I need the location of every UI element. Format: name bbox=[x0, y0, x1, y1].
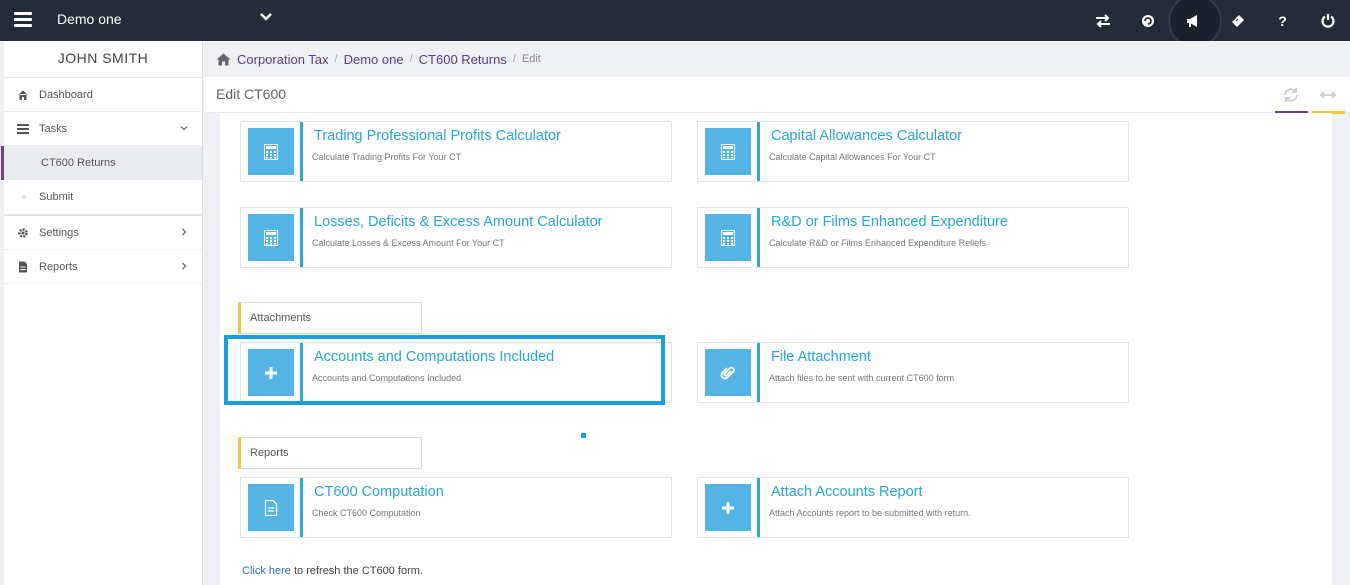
card-title: Trading Professional Profits Calculator bbox=[314, 128, 561, 144]
marker-dot bbox=[581, 433, 586, 438]
breadcrumb-demo-one[interactable]: Demo one bbox=[344, 52, 404, 67]
megaphone-icon[interactable] bbox=[1170, 0, 1220, 46]
calculator-icon bbox=[705, 128, 751, 175]
card-subtitle: Calculate Losses & Excess Amount For You… bbox=[312, 238, 505, 248]
paperclip-icon bbox=[705, 349, 751, 396]
calculator-icon bbox=[705, 214, 751, 261]
tasks-icon bbox=[17, 123, 29, 134]
calculator-icon bbox=[248, 128, 294, 175]
document-icon bbox=[248, 484, 294, 531]
home-icon bbox=[18, 90, 28, 100]
bullet-icon bbox=[22, 195, 26, 199]
card-title: Losses, Deficits & Excess Amount Calcula… bbox=[314, 214, 603, 230]
sidebar-item-dashboard[interactable]: Dashboard bbox=[4, 78, 202, 112]
home-icon[interactable] bbox=[216, 53, 231, 66]
card-subtitle: Attach files to be sent with current CT6… bbox=[769, 373, 955, 383]
chevron-right-icon bbox=[182, 228, 187, 236]
chevron-right-icon bbox=[182, 262, 187, 270]
sidebar-item-label: CT600 Returns bbox=[41, 157, 116, 169]
card-subtitle: Calculate R&D or Films Enhanced Expendit… bbox=[769, 238, 987, 248]
chevron-down-icon bbox=[180, 126, 188, 131]
section-attachments: Attachments bbox=[238, 302, 422, 334]
menu-icon[interactable] bbox=[14, 12, 32, 28]
breadcrumb-separator: / bbox=[409, 53, 413, 65]
sidebar-item-label: Submit bbox=[39, 191, 74, 203]
card-file-attachment[interactable]: File Attachment Attach files to be sent … bbox=[697, 342, 1129, 403]
calculator-icon bbox=[248, 214, 294, 261]
card-attach-accounts-report[interactable]: Attach Accounts Report Attach Accounts r… bbox=[697, 477, 1129, 538]
sidebar-subitem-ct600-returns[interactable]: CT600 Returns bbox=[1, 146, 202, 180]
card-title: Capital Allowances Calculator bbox=[771, 128, 963, 144]
reload-icon[interactable] bbox=[1281, 85, 1301, 105]
card-trading-profits-calculator[interactable]: Trading Professional Profits Calculator … bbox=[240, 121, 672, 182]
card-accent-bar bbox=[757, 343, 760, 402]
tasks-submenu: CT600 Returns Submit bbox=[0, 146, 202, 216]
card-accent-bar bbox=[300, 122, 303, 181]
refresh-note: Click here to refresh the CT600 form. bbox=[242, 565, 423, 577]
top-toolbar: ? bbox=[1080, 0, 1350, 46]
card-subtitle: Attach Accounts report to be submitted w… bbox=[769, 508, 971, 518]
card-capital-allowances-calculator[interactable]: Capital Allowances Calculator Calculate … bbox=[697, 121, 1129, 182]
swap-icon[interactable] bbox=[1080, 0, 1125, 41]
card-accent-bar bbox=[757, 122, 760, 181]
gear-icon bbox=[18, 227, 28, 238]
card-accent-bar bbox=[757, 208, 760, 267]
page-title: Edit CT600 bbox=[216, 86, 287, 102]
card-title: R&D or Films Enhanced Expenditure bbox=[771, 214, 1008, 230]
selection-highlight bbox=[224, 335, 665, 405]
refresh-link[interactable]: Click here bbox=[242, 565, 291, 577]
page-header: Edit CT600 bbox=[204, 77, 1350, 114]
card-subtitle: Calculate Trading Profits For Your CT bbox=[312, 152, 462, 162]
breadcrumb: Corporation Tax / Demo one / CT600 Retur… bbox=[204, 41, 1350, 77]
power-icon[interactable] bbox=[1305, 0, 1350, 41]
sidebar-item-tasks[interactable]: Tasks bbox=[4, 112, 202, 146]
section-reports: Reports bbox=[238, 437, 422, 469]
sidebar-subitem-submit[interactable]: Submit bbox=[4, 180, 202, 214]
plus-icon bbox=[705, 484, 751, 531]
refresh-circle-icon[interactable] bbox=[1125, 0, 1170, 41]
card-ct600-computation[interactable]: CT600 Computation Check CT600 Computatio… bbox=[240, 477, 672, 538]
ticket-icon[interactable] bbox=[1215, 0, 1260, 41]
card-title: CT600 Computation bbox=[314, 484, 444, 500]
help-icon[interactable]: ? bbox=[1260, 0, 1305, 41]
sidebar-item-settings[interactable]: Settings bbox=[4, 216, 202, 250]
breadcrumb-separator: / bbox=[334, 53, 338, 65]
chevron-down-icon[interactable] bbox=[258, 9, 274, 25]
sidebar-item-label: Dashboard bbox=[39, 88, 93, 101]
sidebar-item-label: Settings bbox=[39, 226, 79, 239]
breadcrumb-ct600-returns[interactable]: CT600 Returns bbox=[419, 52, 507, 67]
card-subtitle: Calculate Capital Allowances For Your CT bbox=[769, 152, 936, 162]
user-name: JOHN SMITH bbox=[4, 41, 202, 78]
card-subtitle: Check CT600 Computation bbox=[312, 508, 421, 518]
card-rnd-films-expenditure[interactable]: R&D or Films Enhanced Expenditure Calcul… bbox=[697, 207, 1129, 268]
sidebar-item-label: Tasks bbox=[39, 122, 68, 135]
card-accent-bar bbox=[300, 208, 303, 267]
breadcrumb-current: Edit bbox=[521, 53, 541, 65]
expand-horizontal-icon[interactable] bbox=[1318, 85, 1338, 105]
app-title: Demo one bbox=[57, 11, 122, 27]
refresh-note-text: to refresh the CT600 form. bbox=[290, 565, 423, 577]
card-losses-deficits-calculator[interactable]: Losses, Deficits & Excess Amount Calcula… bbox=[240, 207, 672, 268]
sidebar-item-label: Reports bbox=[39, 260, 78, 273]
top-navbar: Demo one ? bbox=[0, 0, 1350, 46]
card-accent-bar bbox=[300, 478, 303, 537]
document-icon bbox=[19, 261, 27, 272]
breadcrumb-corporation-tax[interactable]: Corporation Tax bbox=[237, 52, 329, 67]
card-title: File Attachment bbox=[771, 349, 871, 365]
sidebar: JOHN SMITH Dashboard Tasks CT600 Returns… bbox=[0, 41, 203, 585]
card-accent-bar bbox=[757, 478, 760, 537]
sidebar-item-reports[interactable]: Reports bbox=[4, 250, 202, 284]
card-title: Attach Accounts Report bbox=[771, 484, 923, 500]
breadcrumb-separator: / bbox=[512, 53, 516, 65]
